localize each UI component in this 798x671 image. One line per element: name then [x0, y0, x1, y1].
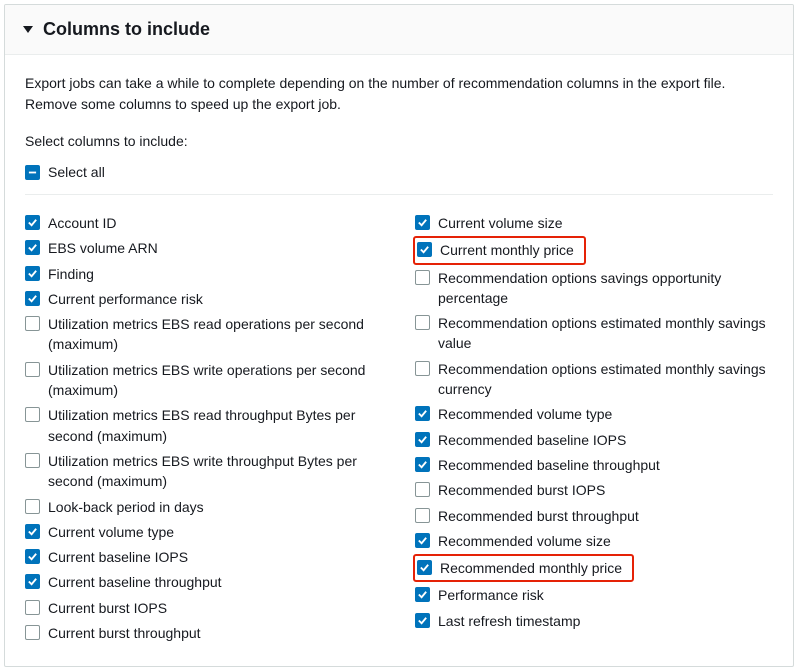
column-checkbox[interactable] — [25, 453, 40, 468]
column-option: Utilization metrics EBS read throughput … — [25, 403, 383, 449]
columns-left: Account ID EBS volume ARN Finding Current p… — [25, 211, 383, 646]
column-label[interactable]: Recommendation options savings opportuni… — [438, 268, 773, 309]
column-option: Utilization metrics EBS write throughput… — [25, 449, 383, 495]
column-checkbox[interactable] — [415, 215, 430, 230]
highlight-box: Current monthly price — [413, 236, 586, 264]
column-option: Utilization metrics EBS read operations … — [25, 312, 383, 358]
column-checkbox[interactable] — [25, 625, 40, 640]
column-checkbox[interactable] — [415, 270, 430, 285]
column-checkbox[interactable] — [415, 457, 430, 472]
column-checkbox[interactable] — [25, 407, 40, 422]
column-label[interactable]: Current monthly price — [440, 240, 580, 260]
panel-body: Export jobs can take a while to complete… — [5, 55, 793, 666]
column-label[interactable]: Recommendation options estimated monthly… — [438, 359, 773, 400]
column-option: Recommended volume type — [415, 402, 773, 427]
column-checkbox[interactable] — [25, 362, 40, 377]
column-checkbox[interactable] — [25, 574, 40, 589]
column-checkbox[interactable] — [415, 406, 430, 421]
column-option: Utilization metrics EBS write operations… — [25, 358, 383, 404]
column-label[interactable]: Recommendation options estimated monthly… — [438, 313, 773, 354]
columns-to-include-panel: Columns to include Export jobs can take … — [4, 4, 794, 667]
column-option: Recommended baseline IOPS — [415, 428, 773, 453]
highlight-box: Recommended monthly price — [413, 554, 634, 582]
column-label[interactable]: Recommended volume size — [438, 531, 617, 551]
column-label[interactable]: Current burst throughput — [48, 623, 207, 643]
column-checkbox[interactable] — [417, 242, 432, 257]
column-checkbox[interactable] — [25, 549, 40, 564]
column-option: Finding — [25, 262, 383, 287]
column-label[interactable]: Performance risk — [438, 585, 550, 605]
column-option: Current baseline throughput — [25, 570, 383, 595]
column-option: Current volume type — [25, 520, 383, 545]
column-checkbox[interactable] — [25, 524, 40, 539]
panel-description: Export jobs can take a while to complete… — [25, 73, 773, 115]
caret-down-icon — [23, 26, 33, 33]
column-option: Current burst throughput — [25, 621, 383, 646]
column-label[interactable]: Current burst IOPS — [48, 598, 173, 618]
column-checkbox[interactable] — [25, 240, 40, 255]
column-option: Last refresh timestamp — [415, 609, 773, 634]
select-columns-subhead: Select columns to include: — [25, 133, 773, 149]
column-checkbox[interactable] — [415, 432, 430, 447]
column-label[interactable]: Utilization metrics EBS write operations… — [48, 360, 383, 401]
column-label[interactable]: Look-back period in days — [48, 497, 210, 517]
column-checkbox[interactable] — [415, 315, 430, 330]
column-option: Recommendation options estimated monthly… — [415, 357, 773, 403]
column-label[interactable]: Recommended baseline throughput — [438, 455, 666, 475]
column-checkbox[interactable] — [25, 600, 40, 615]
column-checkbox[interactable] — [415, 533, 430, 548]
column-label[interactable]: Utilization metrics EBS read throughput … — [48, 405, 383, 446]
column-checkbox[interactable] — [415, 361, 430, 376]
column-label[interactable]: Recommended burst throughput — [438, 506, 645, 526]
column-label[interactable]: Utilization metrics EBS read operations … — [48, 314, 383, 355]
column-option: Look-back period in days — [25, 495, 383, 520]
column-label[interactable]: Last refresh timestamp — [438, 611, 586, 631]
column-option: Current monthly price — [415, 236, 773, 265]
column-option: Current performance risk — [25, 287, 383, 312]
column-label[interactable]: Current volume size — [438, 213, 569, 233]
select-all-row: Select all — [25, 163, 773, 195]
select-all-checkbox[interactable] — [25, 165, 40, 180]
column-label[interactable]: Finding — [48, 264, 100, 284]
column-checkbox[interactable] — [25, 316, 40, 331]
columns-grid: Account ID EBS volume ARN Finding Current p… — [25, 211, 773, 646]
panel-title: Columns to include — [43, 19, 210, 40]
column-option: EBS volume ARN — [25, 236, 383, 261]
column-checkbox[interactable] — [417, 560, 432, 575]
column-option: Performance risk — [415, 583, 773, 608]
column-label[interactable]: Current baseline IOPS — [48, 547, 194, 567]
column-checkbox[interactable] — [415, 482, 430, 497]
column-option: Recommended burst throughput — [415, 504, 773, 529]
column-option: Recommended monthly price — [415, 554, 773, 583]
column-label[interactable]: Current volume type — [48, 522, 180, 542]
column-checkbox[interactable] — [25, 291, 40, 306]
column-option: Recommended baseline throughput — [415, 453, 773, 478]
column-option: Recommendation options estimated monthly… — [415, 311, 773, 357]
column-option: Recommendation options savings opportuni… — [415, 266, 773, 312]
columns-right: Current volume size Current monthly price… — [415, 211, 773, 646]
column-label[interactable]: Recommended burst IOPS — [438, 480, 611, 500]
column-checkbox[interactable] — [415, 587, 430, 602]
column-label[interactable]: Current baseline throughput — [48, 572, 228, 592]
column-checkbox[interactable] — [415, 613, 430, 628]
column-checkbox[interactable] — [415, 508, 430, 523]
column-label[interactable]: Current performance risk — [48, 289, 209, 309]
column-label[interactable]: EBS volume ARN — [48, 238, 164, 258]
panel-header[interactable]: Columns to include — [5, 5, 793, 55]
column-label[interactable]: Recommended monthly price — [440, 558, 628, 578]
column-label[interactable]: Account ID — [48, 213, 122, 233]
column-option: Current baseline IOPS — [25, 545, 383, 570]
column-label[interactable]: Utilization metrics EBS write throughput… — [48, 451, 383, 492]
column-checkbox[interactable] — [25, 215, 40, 230]
column-option: Recommended burst IOPS — [415, 478, 773, 503]
column-label[interactable]: Recommended volume type — [438, 404, 618, 424]
column-option: Current volume size — [415, 211, 773, 236]
column-label[interactable]: Recommended baseline IOPS — [438, 430, 632, 450]
column-option: Account ID — [25, 211, 383, 236]
column-checkbox[interactable] — [25, 499, 40, 514]
column-option: Current burst IOPS — [25, 596, 383, 621]
column-checkbox[interactable] — [25, 266, 40, 281]
select-all-label[interactable]: Select all — [48, 164, 105, 180]
column-option: Recommended volume size — [415, 529, 773, 554]
